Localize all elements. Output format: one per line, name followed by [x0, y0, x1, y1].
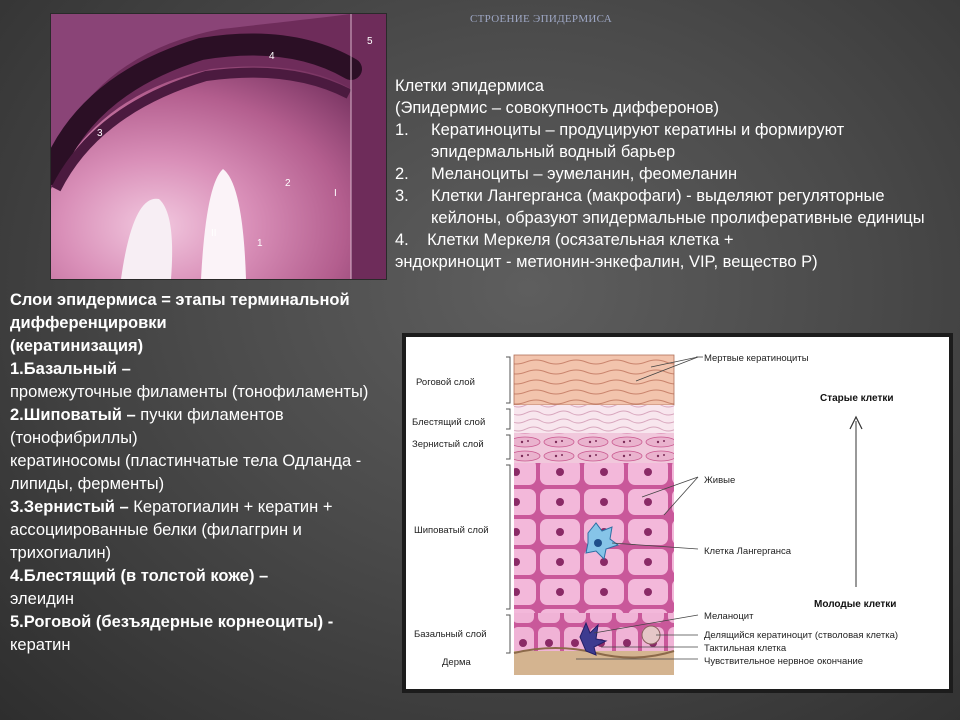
- photo-label: 2: [285, 178, 291, 189]
- layer-5-text: кератин: [10, 636, 71, 654]
- label-spinous-layer: Шиповатый слой: [414, 525, 489, 536]
- label-lucid-layer: Блестящий слой: [412, 417, 485, 428]
- list-text: Меланоциты – эумеланин, феомеланин: [431, 165, 738, 183]
- layers-heading-sub: (кератинизация): [10, 337, 144, 355]
- label-langerhans-cell: Клетка Лангерганса: [704, 546, 792, 557]
- cells-text-block: Клетки эпидермиса (Эпидермис – совокупно…: [395, 75, 955, 273]
- cells-heading: Клетки эпидермиса: [395, 77, 544, 95]
- layer-2-text2: кератиносомы (пластинчатые тела Одланда …: [10, 452, 362, 493]
- list-number: 1.: [395, 121, 409, 139]
- photo-label: II: [211, 228, 217, 239]
- layer-2-title: 2.Шиповатый –: [10, 406, 136, 424]
- epidermis-diagram: Роговой слой Блестящий слой Зернистый сл…: [402, 333, 953, 693]
- label-nerve-ending: Чувствительное нервное окончание: [704, 656, 863, 667]
- label-young-cells: Молодые клетки: [814, 599, 896, 610]
- photo-label: 4: [269, 51, 275, 62]
- list-item: 2. Меланоциты – эумеланин, феомеланин: [395, 163, 955, 185]
- layer-4-title: 4.Блестящий (в толстой коже) –: [10, 567, 269, 585]
- layer-4-text: элеидин: [10, 590, 75, 608]
- histology-photo: 5 4 3 2 I II 1: [50, 13, 387, 280]
- layers-heading: Слои эпидермиса = этапы терминальной диф…: [10, 291, 350, 332]
- photo-label: 3: [97, 128, 103, 139]
- photo-label: 1: [257, 238, 263, 249]
- label-dead-keratinocytes: Мертвые кератиноциты: [704, 353, 809, 364]
- label-alive: Живые: [704, 475, 735, 486]
- list-item-4-line2: эндокриноцит - метионин-энкефалин, VIP, …: [395, 253, 818, 271]
- label-granular-layer: Зернистый слой: [412, 439, 484, 450]
- label-horny-layer: Роговой слой: [416, 377, 475, 388]
- photo-label: 5: [367, 36, 373, 47]
- layer-1-text: промежуточные филаменты (тонофиламенты): [10, 383, 369, 401]
- list-number: 2.: [395, 165, 409, 183]
- list-text: Клетки Лангерганса (макрофаги) - выделяю…: [431, 187, 925, 227]
- label-tactile-cell: Тактильная клетка: [704, 643, 787, 654]
- label-dermis: Дерма: [442, 657, 472, 668]
- list-number: 3.: [395, 187, 409, 205]
- list-item: 3. Клетки Лангерганса (макрофаги) - выде…: [395, 185, 955, 229]
- cells-subheading: (Эпидермис – совокупность дифферонов): [395, 99, 719, 117]
- photo-label: I: [334, 188, 337, 199]
- list-item: 1. Кератиноциты – продуцируют кератины и…: [395, 119, 955, 163]
- layer-5-title: 5.Роговой (безъядерные корнеоциты) -: [10, 613, 334, 631]
- layer-1-title: 1.Базальный –: [10, 360, 131, 378]
- slide-title: СТРОЕНИЕ ЭПИДЕРМИСА: [470, 13, 612, 25]
- layers-text-block: Слои эпидермиса = этапы терминальной диф…: [10, 289, 388, 657]
- layer-3-title: 3.Зернистый –: [10, 498, 129, 516]
- label-dividing-keratinocyte: Делящийся кератиноцит (стволовая клетка): [704, 630, 898, 641]
- label-basal-layer: Базальный слой: [414, 629, 487, 640]
- list-item-4-line1: 4. Клетки Меркеля (осязательная клетка +: [395, 231, 734, 249]
- list-text: Кератиноциты – продуцируют кератины и фо…: [431, 121, 845, 161]
- label-old-cells: Старые клетки: [820, 393, 894, 404]
- label-melanocyte: Меланоцит: [704, 611, 754, 622]
